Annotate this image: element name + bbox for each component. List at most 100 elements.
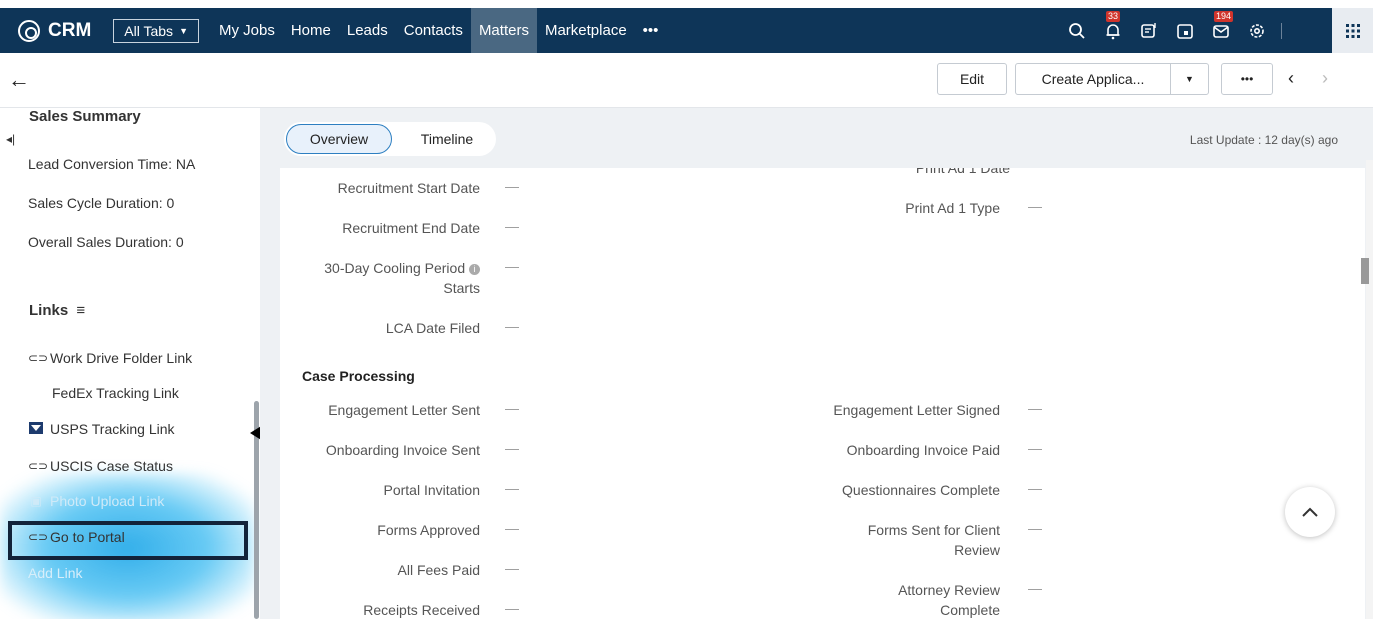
sort-lines-icon[interactable]: ≡ [76, 302, 85, 319]
caret-down-icon: ▼ [179, 25, 188, 36]
link-icon: ⊂⊃ [28, 351, 49, 365]
field-label: Questionnaires Complete [842, 482, 1000, 498]
field-label: Engagement Letter Signed [833, 402, 1000, 418]
field-value: — [505, 218, 519, 234]
field-label-cont: Starts [443, 280, 480, 296]
field-label: Onboarding Invoice Sent [325, 442, 480, 458]
edit-button[interactable]: Edit [937, 63, 1007, 95]
usps-icon [28, 421, 44, 437]
link-work-drive-folder[interactable]: ⊂⊃ Work Drive Folder Link [28, 350, 192, 366]
left-sidebar: Sales Summary ◂| Lead Conversion Time: N… [0, 108, 260, 619]
overall-sales-duration: Overall Sales Duration: 0 [28, 234, 184, 250]
tab-marketplace[interactable]: Marketplace [537, 8, 635, 53]
tab-contacts[interactable]: Contacts [396, 8, 471, 53]
last-update-text: Last Update : 12 day(s) ago [1189, 133, 1338, 147]
notification-count-badge: 33 [1106, 10, 1121, 22]
mail-icon[interactable]: 194 [1212, 10, 1234, 40]
crm-logo-icon [18, 19, 40, 42]
add-link-button[interactable]: Add Link [28, 565, 82, 581]
module-tabs: My Jobs Home Leads Contacts Matters Mark… [211, 8, 666, 53]
field-value: — [505, 178, 519, 194]
more-tabs-icon[interactable]: ••• [635, 8, 667, 53]
feeds-icon[interactable] [1140, 22, 1158, 40]
field-label: Onboarding Invoice Paid [846, 442, 1000, 458]
field-value: — [1028, 440, 1042, 456]
settings-gear-icon[interactable] [1248, 22, 1266, 40]
search-icon[interactable] [1068, 22, 1086, 40]
field-value: — [1028, 520, 1042, 536]
link-icon: ⊂⊃ [28, 459, 49, 473]
previous-record-icon[interactable]: ‹ [1288, 68, 1294, 89]
field-label: 30-Day Cooling Period [324, 260, 466, 276]
link-fedex-tracking[interactable]: FedEx Tracking Link [52, 385, 179, 401]
link-label: USPS Tracking Link [50, 421, 175, 437]
chevron-up-icon [1302, 507, 1318, 517]
info-icon[interactable]: i [469, 264, 480, 275]
header-divider [1281, 23, 1282, 39]
field-value: — [505, 560, 519, 576]
field-value: — [505, 440, 519, 456]
record-toolbar: ← Edit Create Applica... ▼ ••• ‹ › [0, 53, 1373, 108]
field-value: — [1028, 580, 1042, 596]
go-to-portal-highlight-box [8, 521, 248, 560]
field-label: Portal Invitation [383, 482, 481, 498]
tab-home[interactable]: Home [283, 8, 339, 53]
links-heading-label: Links [29, 302, 69, 319]
field-value: — [505, 600, 519, 616]
field-label-cont: Complete [940, 602, 1000, 618]
scroll-to-top-button[interactable] [1285, 487, 1335, 537]
top-navigation-bar: CRM All Tabs ▼ My Jobs Home Leads Contac… [0, 8, 1373, 53]
more-options-button[interactable]: ••• [1221, 63, 1273, 95]
header-icons: 33 194 [1068, 8, 1266, 53]
crm-logo[interactable]: CRM [18, 19, 92, 42]
field-label: Recruitment Start Date [337, 180, 480, 196]
field-label: Engagement Letter Sent [328, 402, 480, 418]
tab-overview[interactable]: Overview [286, 124, 392, 154]
links-heading: Links ≡ [29, 302, 85, 319]
app-grid-icon[interactable] [1332, 8, 1373, 53]
collapse-sidebar-icon[interactable]: ◂| [6, 132, 15, 146]
field-label-cont: Review [954, 542, 1000, 558]
link-label: Work Drive Folder Link [50, 350, 193, 366]
brand-name: CRM [48, 19, 92, 41]
tab-matters[interactable]: Matters [470, 8, 537, 53]
lead-conversion-time: Lead Conversion Time: NA [28, 156, 196, 172]
field-label-attorney-review: Attorney Review Complete [800, 580, 1000, 619]
calendar-icon[interactable] [1176, 22, 1194, 40]
create-application-button[interactable]: Create Applica... [1015, 63, 1171, 95]
tab-timeline[interactable]: Timeline [402, 124, 492, 154]
field-label-forms-sent: Forms Sent for Client Review [800, 520, 1000, 560]
field-value: — [505, 520, 519, 536]
field-label: Recruitment End Date [342, 220, 480, 236]
create-dropdown-caret-icon[interactable]: ▼ [1170, 63, 1209, 95]
all-tabs-label: All Tabs [124, 22, 174, 39]
print-ad-1-date-label: Print Ad 1 Date [915, 168, 1010, 176]
case-processing-heading: Case Processing [302, 368, 415, 384]
main-content: Overview Timeline Last Update : 12 day(s… [260, 108, 1373, 619]
field-label: Attorney Review [898, 582, 1000, 598]
field-label: LCA Date Filed [385, 320, 480, 336]
tab-leads[interactable]: Leads [339, 8, 396, 53]
field-value: — [1028, 400, 1042, 416]
all-tabs-dropdown[interactable]: All Tabs ▼ [113, 18, 199, 43]
link-label: FedEx Tracking Link [52, 385, 179, 401]
view-tabs: Overview Timeline [284, 122, 496, 156]
link-photo-upload[interactable]: ▣ Photo Upload Link [28, 493, 164, 509]
next-record-icon[interactable]: › [1322, 68, 1328, 89]
notification-bell-icon[interactable]: 33 [1104, 10, 1122, 40]
field-label: Forms Approved [377, 522, 480, 538]
link-usps-tracking[interactable]: USPS Tracking Link [28, 421, 175, 437]
link-uscis-case-status[interactable]: ⊂⊃ USCIS Case Status [28, 458, 173, 474]
tab-my-jobs[interactable]: My Jobs [211, 8, 283, 53]
back-arrow-icon[interactable]: ← [8, 67, 30, 93]
mail-count-badge: 194 [1214, 10, 1234, 22]
field-label: All Fees Paid [397, 562, 480, 578]
field-value: — [505, 480, 519, 496]
page-scrollbar-thumb[interactable] [1361, 258, 1369, 284]
field-value: — [505, 400, 519, 416]
field-value: — [505, 258, 519, 274]
field-value: — [505, 318, 519, 334]
link-label: USCIS Case Status [50, 458, 173, 474]
field-value: — [1028, 198, 1042, 214]
field-label: Receipts Received [363, 602, 480, 618]
